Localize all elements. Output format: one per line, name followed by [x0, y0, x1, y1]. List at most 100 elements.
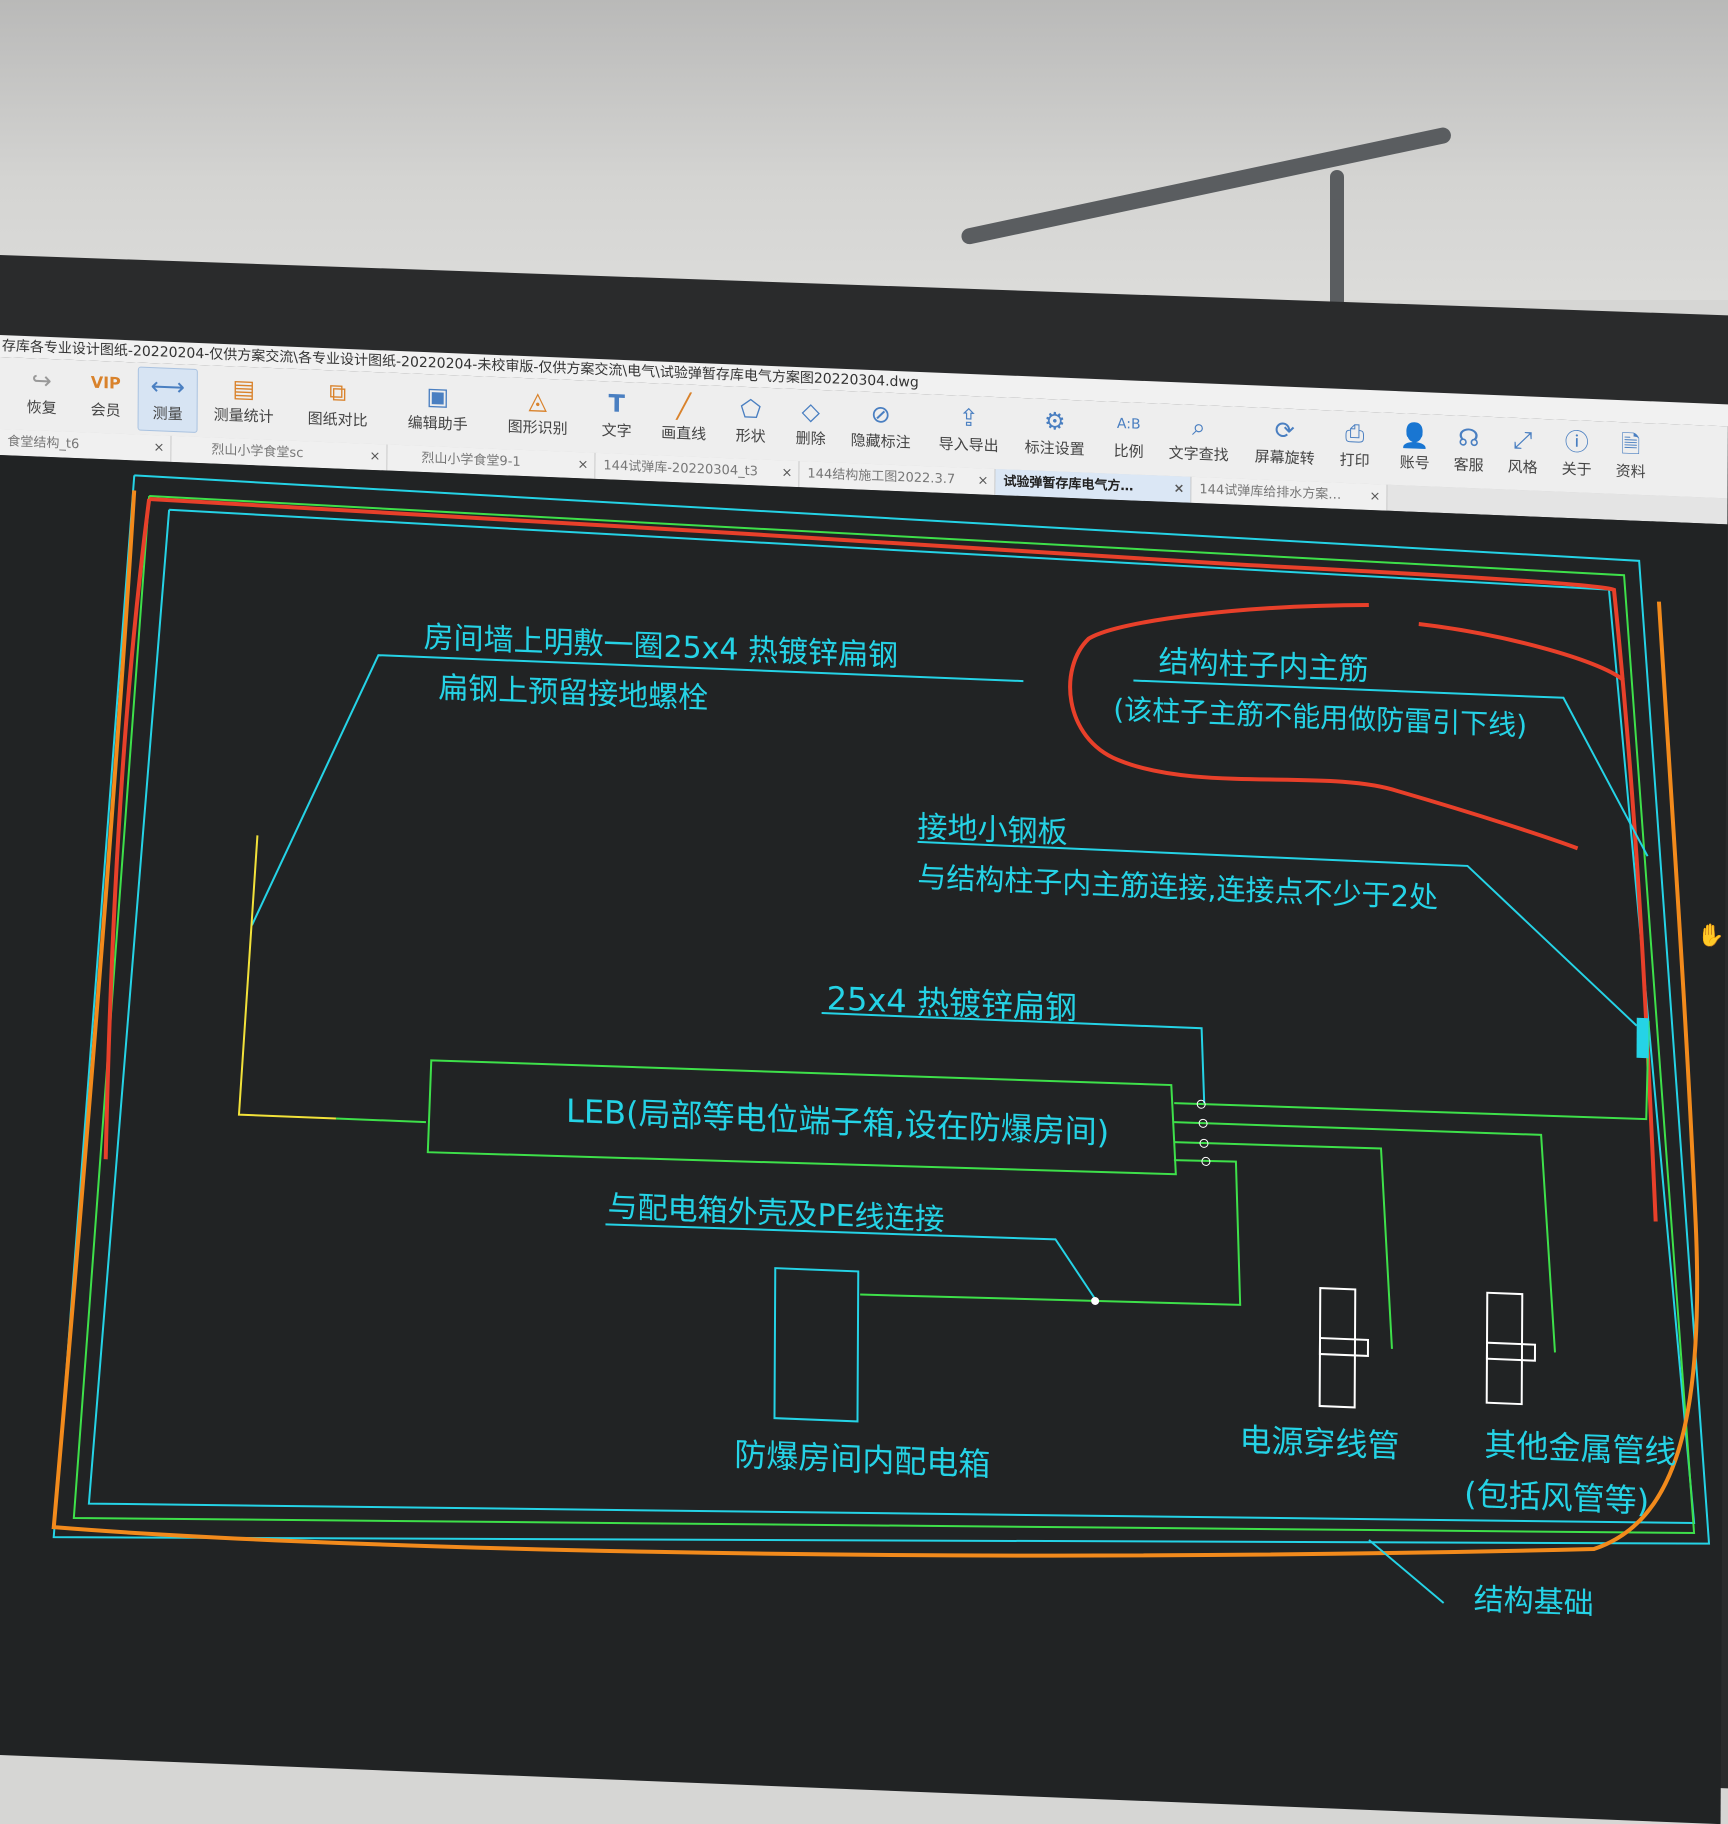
tool-annotation-settings[interactable]: ⚙ 标注设置	[1020, 402, 1090, 467]
tool-label: 文字	[601, 421, 632, 441]
tool-label: 屏幕旋转	[1254, 447, 1315, 468]
hide-annotation-icon: ⊘	[870, 399, 891, 429]
scale-icon: A:B	[1116, 415, 1141, 433]
measure-icon: ⟷	[150, 372, 186, 402]
tool-label: 比例	[1113, 441, 1144, 461]
close-icon[interactable]: ×	[369, 444, 380, 470]
conn-metal	[1174, 1121, 1556, 1353]
shape-recognition-icon: ◬	[528, 386, 548, 415]
tool-delete[interactable]: ◇ 删除	[786, 393, 836, 457]
conduit-pipe	[1318, 1286, 1370, 1409]
tool-edit-assistant[interactable]: ▣ 编辑助手	[400, 377, 476, 442]
tool-line[interactable]: ╱ 画直线	[654, 387, 714, 451]
tool-label: 隐藏标注	[850, 431, 911, 452]
tool-label: 关于	[1561, 459, 1592, 479]
note-column-line1: 结构柱子内主筋	[1158, 644, 1369, 688]
line-icon: ╱	[676, 392, 692, 421]
label-metal-line2: (包括风管等)	[1464, 1474, 1650, 1521]
tool-label: 画直线	[661, 423, 707, 444]
import-export-icon: ⇪	[958, 403, 979, 433]
tool-label: 风格	[1507, 457, 1538, 477]
printer-icon: ⎙	[1345, 419, 1365, 448]
tool-about[interactable]: ⓘ 关于	[1552, 423, 1602, 487]
edit-assistant-icon: ▣	[426, 382, 450, 412]
tool-label: 会员	[90, 400, 121, 420]
tool-label: 删除	[795, 428, 826, 449]
tool-label: 标注设置	[1024, 438, 1085, 459]
tab-label: 144试弹库-20220304_t3	[603, 458, 759, 480]
tool-import-export[interactable]: ⇪ 导入导出	[934, 399, 1004, 464]
style-icon: ⤢	[1513, 425, 1533, 455]
tab-label: 144试弹库给排水方案…	[1199, 482, 1342, 503]
headset-icon: ☊	[1458, 423, 1480, 453]
conn-frame	[1174, 1021, 1650, 1121]
tool-label: 客服	[1453, 455, 1484, 475]
green-conductor-left	[335, 1117, 426, 1124]
rotate-screen-icon: ⟳	[1274, 416, 1295, 445]
ceiling-background	[0, 0, 1728, 300]
shape-icon: ⬠	[740, 394, 762, 424]
tool-account[interactable]: 👤 账号	[1390, 417, 1440, 481]
text-search-icon: ⌕	[1191, 412, 1206, 442]
tool-label: 编辑助手	[407, 413, 468, 434]
tool-documents[interactable]: 🗎 资料	[1606, 425, 1656, 489]
tool-label: 恢复	[26, 398, 57, 418]
node	[1091, 1296, 1100, 1305]
hand-cursor-icon: ✋	[1697, 923, 1725, 950]
label-foundation: 结构基础	[1473, 1582, 1594, 1623]
tool-shape-recognition[interactable]: ◬ 图形识别	[500, 381, 576, 446]
tool-hide-annotation[interactable]: ⊘ 隐藏标注	[846, 395, 916, 460]
tool-label: 打印	[1339, 450, 1370, 470]
tool-print[interactable]: ⎙ 打印	[1330, 414, 1380, 478]
tool-label: 账号	[1399, 453, 1430, 473]
tool-label: 测量统计	[213, 405, 274, 426]
close-icon[interactable]: ×	[577, 452, 588, 478]
tool-label: 文字查找	[1168, 443, 1229, 465]
conn-conduit	[1174, 1141, 1393, 1349]
steel-plate	[1636, 1017, 1649, 1059]
tool-label: 导入导出	[938, 434, 999, 456]
label-metal-line1: 其他金属管线	[1484, 1425, 1677, 1472]
monitor-screen: 存库各专业设计图纸-20220204-仅供方案交流\各专业设计图纸-202202…	[0, 335, 1728, 1824]
text-icon: T	[608, 389, 626, 419]
drawing-canvas[interactable]: 房间墙上明敷一圈25x4 热镀锌扁钢 扁钢上预留接地螺栓 结构柱子内主筋 (该柱…	[0, 454, 1728, 1824]
account-icon: 👤	[1399, 421, 1430, 451]
tool-support[interactable]: ☊ 客服	[1444, 419, 1494, 483]
tool-label: 形状	[735, 426, 766, 446]
close-icon[interactable]: ×	[781, 460, 792, 486]
tab-label: 烈山小学食堂9-1	[421, 450, 521, 470]
tool-label: 图形识别	[507, 417, 568, 438]
tool-style[interactable]: ⤢ 风格	[1498, 421, 1548, 485]
tool-scale[interactable]: A:B 比例	[1104, 405, 1154, 469]
close-icon[interactable]: ×	[977, 468, 988, 494]
annotation-settings-icon: ⚙	[1043, 406, 1066, 436]
note-plate-line1: 接地小钢板	[917, 809, 1068, 851]
tool-rotate-screen[interactable]: ⟳ 屏幕旋转	[1250, 411, 1320, 476]
info-icon: ⓘ	[1564, 427, 1589, 457]
tab-label: 试验弹暂存库电气方…	[1003, 474, 1134, 495]
close-icon[interactable]: ×	[153, 435, 164, 461]
tool-measure[interactable]: ⟷ 测量	[137, 366, 198, 433]
redo-icon: ↪	[31, 366, 52, 396]
tool-text[interactable]: T 文字	[592, 385, 642, 449]
metal-pipe	[1485, 1291, 1537, 1406]
documents-icon: 🗎	[1621, 430, 1641, 459]
tool-compare[interactable]: ⧉ 图纸对比	[300, 373, 376, 438]
tool-redo[interactable]: ↪ 恢复	[12, 361, 72, 425]
tool-label: 测量	[152, 404, 183, 424]
tool-measure-stats[interactable]: ▤ 测量统计	[206, 369, 282, 434]
tool-text-search[interactable]: ⌕ 文字查找	[1164, 408, 1234, 473]
tab-label: 烈山小学食堂sc	[211, 442, 304, 462]
ceiling-pipe-drop	[1330, 170, 1344, 200]
close-icon[interactable]: ×	[1173, 476, 1184, 502]
tool-vip[interactable]: VIP 会员	[76, 364, 136, 428]
vip-icon: VIP	[90, 372, 121, 393]
distribution-box	[773, 1267, 860, 1423]
tab-label: 144结构施工图2022.3.7	[807, 466, 956, 488]
tool-shape[interactable]: ⬠ 形状	[726, 390, 776, 454]
tool-label: 图纸对比	[307, 409, 368, 430]
close-icon[interactable]: ×	[1369, 484, 1380, 510]
tab-label: 食堂结构_t6	[7, 434, 80, 453]
yellow-conductor	[237, 835, 336, 1120]
label-conduit: 电源穿线管	[1239, 1420, 1400, 1466]
